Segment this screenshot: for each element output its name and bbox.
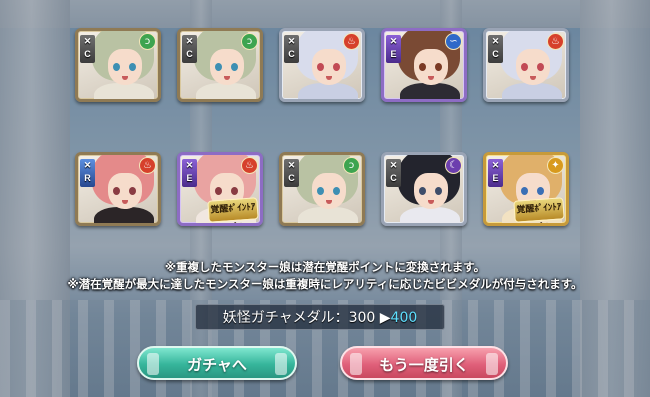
rarity-badge: ✕ C <box>284 35 299 63</box>
light-element-icon: ✦ <box>547 157 564 174</box>
rarity-badge: ✕ C <box>182 35 197 63</box>
draw-again-button[interactable]: もう一度引く <box>340 346 508 380</box>
crossed-swords-icon: ✕ <box>287 160 296 170</box>
awaken-point-up-badge: 覚醒ﾎﾟｲﾝﾄｱｯﾌﾟ! <box>207 197 259 223</box>
to-gacha-button-label: ガチャへ <box>187 356 247 374</box>
result-card[interactable]: ✕ E ♨ 覚醒ﾎﾟｲﾝﾄｱｯﾌﾟ! <box>177 152 263 226</box>
rarity-badge: ✕ E <box>386 35 401 63</box>
fire-element-icon: ♨ <box>241 157 258 174</box>
medal-counter-label: 妖怪ガチャメダル：300 ▶ <box>222 310 391 326</box>
fire-element-icon: ♨ <box>343 33 360 50</box>
to-gacha-button[interactable]: ガチャへ <box>137 346 297 380</box>
button-cap-right <box>486 353 498 375</box>
crossed-swords-icon: ✕ <box>287 36 296 46</box>
wind-element-icon: ↄ <box>241 33 258 50</box>
crossed-swords-icon: ✕ <box>83 36 92 46</box>
rarity-letter: C <box>84 49 91 59</box>
crossed-swords-icon: ✕ <box>185 160 194 170</box>
result-card[interactable]: ✕ E ∽ <box>381 28 467 102</box>
crossed-swords-icon: ✕ <box>389 160 398 170</box>
result-card[interactable]: ✕ C ♨ <box>279 28 365 102</box>
rarity-letter: C <box>288 173 295 183</box>
result-card[interactable]: ✕ Cↄ <box>75 28 161 102</box>
crossed-swords-icon: ✕ <box>83 160 92 170</box>
result-card[interactable]: ✕ R ♨ <box>75 152 161 226</box>
duplicate-notice: ※重複したモンスター娘は潜在覚醒ポイントに変換されます。 <box>164 260 486 274</box>
result-card[interactable]: ✕ E ✦ 覚醒ﾎﾟｲﾝﾄｱｯﾌﾟ! <box>483 152 569 226</box>
rarity-badge: ✕ C <box>386 159 401 187</box>
result-card[interactable]: ✕ Cↄ <box>279 152 365 226</box>
medal-counter: 妖怪ガチャメダル：300 ▶400 <box>195 304 445 330</box>
rarity-letter: C <box>492 49 499 59</box>
button-cap-left <box>350 353 362 375</box>
fire-element-icon: ♨ <box>547 33 564 50</box>
rarity-letter: C <box>288 49 295 59</box>
rarity-letter: C <box>390 173 397 183</box>
draw-again-button-label: もう一度引く <box>379 356 469 374</box>
result-card[interactable]: ✕ C ☾ <box>381 152 467 226</box>
result-card[interactable]: ✕ Cↄ <box>177 28 263 102</box>
rarity-letter: C <box>186 49 193 59</box>
rarity-badge: ✕ E <box>182 159 197 187</box>
medal-counter-new-value: 400 <box>390 310 418 326</box>
rarity-badge: ✕ C <box>80 35 95 63</box>
button-cap-right <box>275 353 287 375</box>
max-awaken-notice: ※潜在覚醒が最大に達したモンスター娘は重複時にレアリティに応じたビビメダルが付与… <box>67 277 583 291</box>
rarity-badge: ✕ R <box>80 159 95 187</box>
water-element-icon: ∽ <box>445 33 462 50</box>
result-card[interactable]: ✕ C ♨ <box>483 28 569 102</box>
crossed-swords-icon: ✕ <box>185 36 194 46</box>
rarity-letter: E <box>390 49 397 59</box>
rarity-letter: E <box>492 173 499 183</box>
crossed-swords-icon: ✕ <box>491 160 500 170</box>
crossed-swords-icon: ✕ <box>491 36 500 46</box>
dark-element-icon: ☾ <box>445 157 462 174</box>
rarity-badge: ✕ C <box>284 159 299 187</box>
wind-element-icon: ↄ <box>343 157 360 174</box>
rarity-badge: ✕ E <box>488 159 503 187</box>
rarity-letter: E <box>186 173 193 183</box>
crossed-swords-icon: ✕ <box>389 36 398 46</box>
button-cap-left <box>147 353 159 375</box>
rarity-letter: R <box>84 173 91 183</box>
awaken-point-up-badge: 覚醒ﾎﾟｲﾝﾄｱｯﾌﾟ! <box>513 197 565 223</box>
wind-element-icon: ↄ <box>139 33 156 50</box>
fire-element-icon: ♨ <box>139 157 156 174</box>
rarity-badge: ✕ C <box>488 35 503 63</box>
